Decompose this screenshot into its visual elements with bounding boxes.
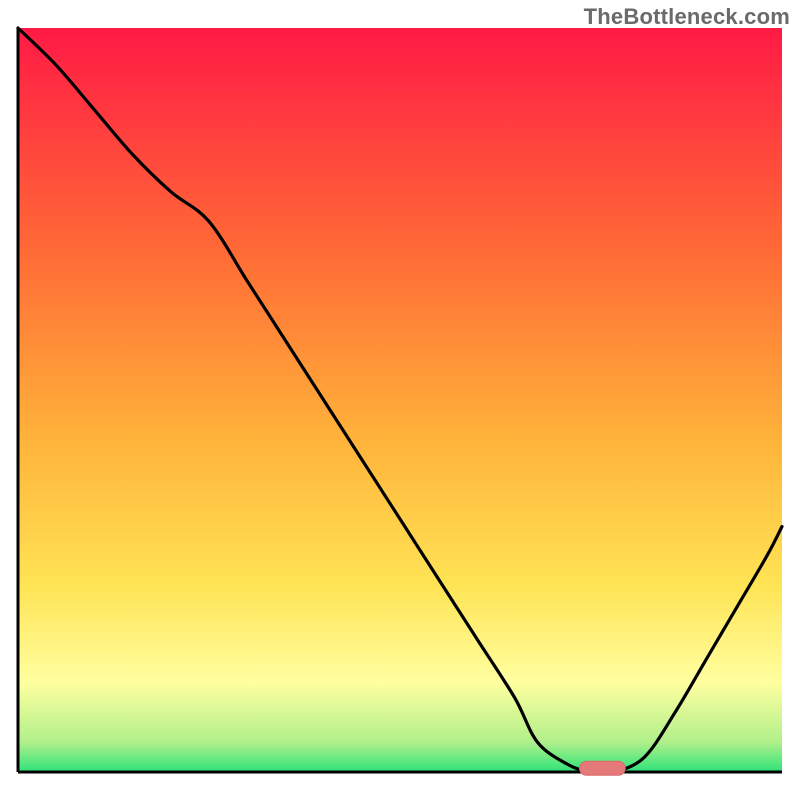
chart-container: TheBottleneck.com	[0, 0, 800, 800]
minimum-marker	[580, 761, 626, 775]
bottleneck-chart	[0, 0, 800, 800]
plot-background	[18, 28, 782, 772]
